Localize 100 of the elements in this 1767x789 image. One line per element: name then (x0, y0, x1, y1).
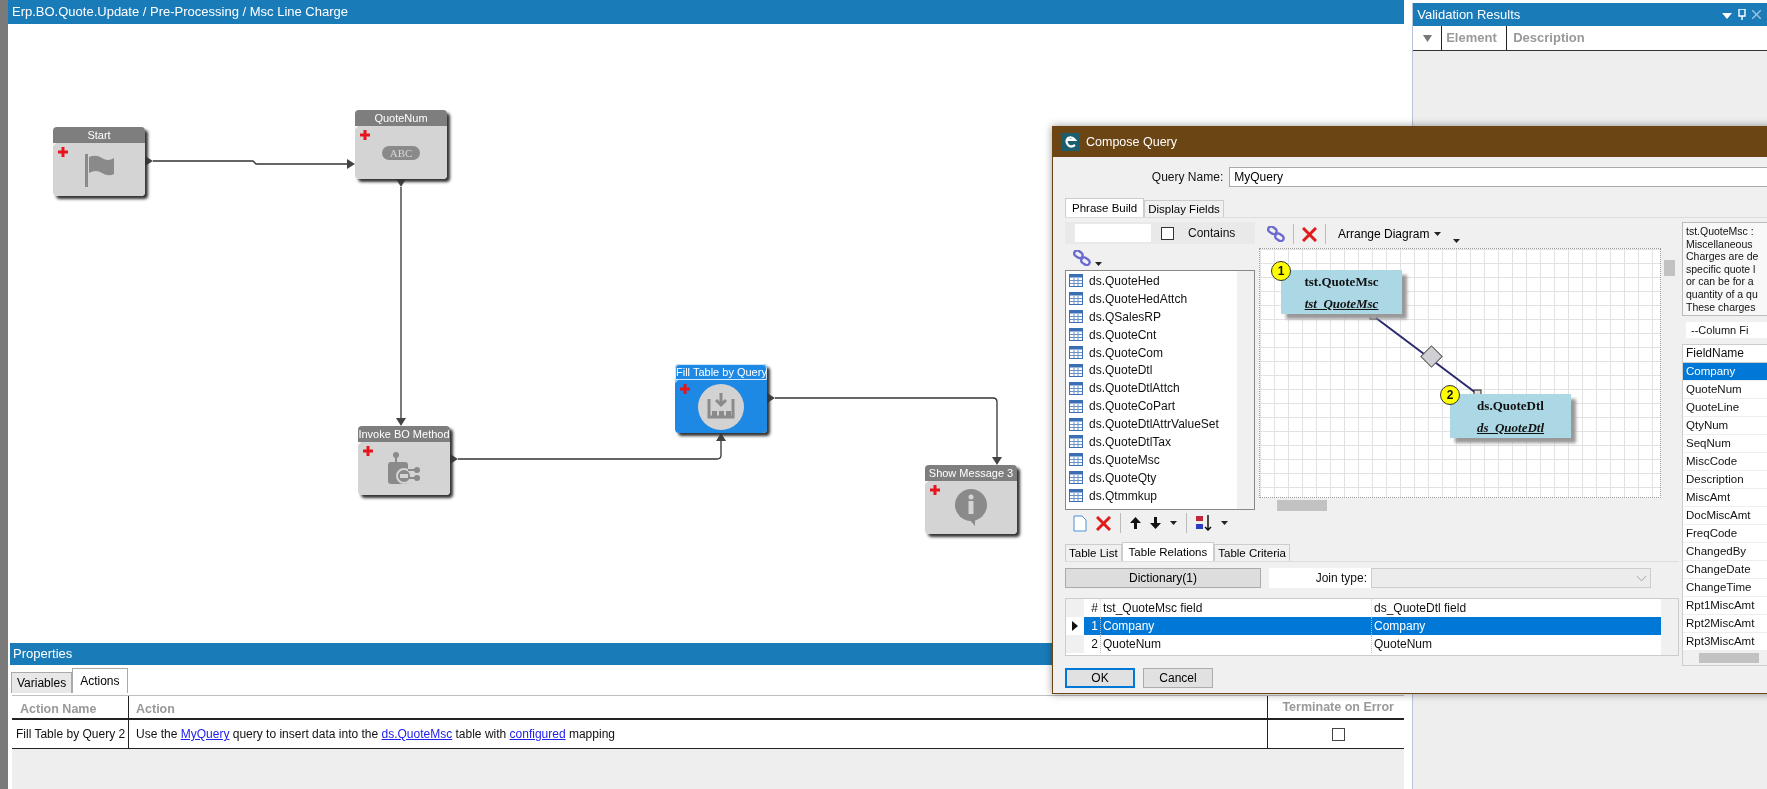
pin-icon[interactable] (1738, 9, 1746, 20)
workflow-node[interactable]: QuoteNum ABC (355, 110, 447, 179)
field-row[interactable]: Rpt2MiscAmt (1683, 615, 1767, 633)
link[interactable]: MyQuery (180, 727, 230, 741)
table-name: ds.QuoteDtlTax (1089, 434, 1172, 449)
field-row[interactable]: QuoteLine (1683, 399, 1767, 417)
table-icon (1069, 310, 1083, 324)
close-icon[interactable] (1752, 10, 1761, 19)
table-icon (1069, 274, 1083, 288)
plus-icon[interactable] (363, 446, 373, 456)
new-document-icon[interactable] (1073, 514, 1087, 532)
list-item[interactable]: ds.QuoteQty (1066, 468, 1237, 487)
field-row[interactable]: ChangeDate (1683, 561, 1767, 579)
table-icon (1069, 381, 1083, 395)
down-arrow-icon[interactable] (1150, 517, 1161, 529)
workflow-node[interactable]: Invoke BO Method (358, 426, 450, 495)
scrollbar[interactable] (1683, 651, 1767, 665)
sort-icon[interactable] (1196, 515, 1212, 531)
field-row[interactable]: QuoteNum (1683, 381, 1767, 399)
checkbox[interactable] (1161, 226, 1174, 240)
list-item[interactable]: ds.QuoteHed (1066, 272, 1237, 290)
list-item[interactable]: ds.QuoteCoPart (1066, 397, 1237, 416)
link[interactable]: ds.QuoteMsc (381, 727, 453, 741)
panel-tab[interactable]: Variables (11, 672, 73, 693)
tab[interactable]: Table Relations (1121, 542, 1215, 561)
plus-icon[interactable] (58, 147, 68, 157)
field-row[interactable]: FreqCode (1683, 525, 1767, 543)
arrange-diagram-button[interactable]: Arrange Diagram (1334, 227, 1446, 241)
filter-dropdown-icon[interactable] (1422, 34, 1432, 42)
query-name-field[interactable]: MyQuery (1229, 167, 1767, 187)
table-icon (1069, 471, 1083, 485)
field-row[interactable]: Description (1683, 471, 1767, 489)
column-header: Description (1512, 29, 1586, 47)
flag-icon (82, 151, 116, 188)
table-name: ds.QuoteDtl (1477, 398, 1544, 414)
list-item[interactable]: ds.QuoteHedAttch (1066, 289, 1237, 308)
list-item[interactable]: ds.QuoteCom (1066, 343, 1237, 362)
plus-icon[interactable] (360, 130, 370, 140)
link[interactable]: configured (509, 727, 566, 741)
field-row[interactable]: Company (1683, 363, 1767, 381)
workflow-node[interactable]: Start (53, 127, 145, 196)
field-row[interactable]: MiscAmt (1683, 489, 1767, 507)
table-name: ds.QuoteDtlAttch (1089, 381, 1180, 396)
list-item[interactable]: ds.QuoteCnt (1066, 325, 1237, 344)
tab[interactable]: Phrase Build (1065, 198, 1145, 217)
caret-icon[interactable] (1453, 239, 1461, 243)
delete-icon[interactable] (1302, 226, 1317, 242)
caret-icon[interactable] (1170, 521, 1177, 525)
list-item[interactable]: ds.QSalesRP (1066, 307, 1237, 326)
link-icon[interactable] (1267, 226, 1285, 242)
field-row[interactable]: SeqNum (1683, 435, 1767, 453)
column-header: Element (1442, 26, 1508, 50)
plus-icon[interactable] (930, 485, 940, 495)
table-icon (1069, 346, 1083, 359)
list-item[interactable]: ds.QuoteDtl (1066, 361, 1237, 380)
table-cell: Fill Table by Query 2 (12, 720, 129, 748)
dialog-button[interactable]: Cancel (1143, 668, 1213, 688)
row-header (1066, 599, 1084, 617)
node-title: Show Message 3 (925, 465, 1017, 481)
dictionary-button[interactable]: Dictionary(1) (1065, 568, 1261, 588)
link-icon[interactable] (1073, 250, 1091, 266)
scrollbar[interactable] (1661, 599, 1678, 655)
caret-icon (1434, 232, 1442, 236)
grid-row[interactable]: 1 Company Company (1066, 617, 1661, 635)
field-row[interactable]: MiscCode (1683, 453, 1767, 471)
caret-icon[interactable] (1221, 521, 1228, 525)
dropdown-icon[interactable] (1722, 10, 1732, 19)
app-icon (1062, 133, 1080, 151)
field-row[interactable]: DocMiscAmt (1683, 507, 1767, 525)
tab[interactable]: Display Fields (1144, 200, 1224, 217)
up-arrow-icon[interactable] (1130, 517, 1141, 529)
list-item[interactable]: ds.Qtmmkup (1066, 486, 1237, 505)
field-row[interactable]: ChangeTime (1683, 579, 1767, 597)
list-item[interactable]: ds.QuoteMsc (1066, 450, 1237, 469)
list-item[interactable]: ds.QuoteDtlAttrValueSet (1066, 415, 1237, 433)
table-name: ds.QuoteCom (1089, 345, 1164, 360)
table-name: ds.QuoteHedAttch (1089, 291, 1188, 306)
action-description: Use the MyQuery query to insert data into the ds.QuoteMsc table with configured mapping (129, 720, 1269, 748)
table-icon (1069, 363, 1083, 377)
list-item[interactable]: ds.QuoteDtlAttch (1066, 379, 1237, 398)
panel-tab[interactable]: Actions (72, 668, 128, 693)
dialog-button[interactable]: OK (1065, 668, 1135, 688)
field-row[interactable]: ChangedBy (1683, 543, 1767, 561)
field-label: Join type: (1269, 568, 1371, 588)
table-icon (1069, 417, 1083, 431)
delete-icon[interactable] (1096, 515, 1111, 531)
field-row[interactable]: Rpt1MiscAmt (1683, 597, 1767, 615)
field-row[interactable]: QtyNum (1683, 417, 1767, 435)
table-icon (1069, 435, 1083, 449)
tab[interactable]: Table Criteria (1214, 544, 1290, 561)
workflow-node[interactable]: Show Message 3 (925, 465, 1017, 534)
tab[interactable]: Table List (1065, 544, 1122, 561)
caret-icon[interactable] (1095, 262, 1102, 266)
column-filter-dropdown[interactable]: --Column Fi (1686, 322, 1767, 338)
list-item[interactable]: ds.QuoteDtlTax (1066, 433, 1237, 451)
checkbox[interactable] (1331, 727, 1345, 741)
row-header[interactable] (1066, 617, 1084, 635)
scrollbar[interactable] (1237, 271, 1254, 509)
table-description: tst.QuoteMsc : Miscellaneous Charges are de specific quote l or can be for a quantity of a qu These charges (1682, 222, 1767, 316)
table-icon (1069, 453, 1083, 467)
